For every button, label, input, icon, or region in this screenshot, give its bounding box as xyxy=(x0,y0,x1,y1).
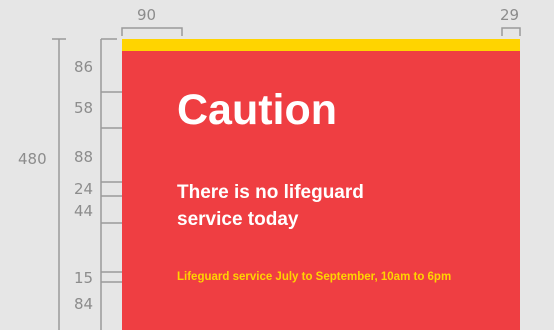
dim-bracket-right-margin xyxy=(501,27,521,36)
dim-label-right-margin: 29 xyxy=(500,6,520,24)
dim-label-spacing-4: 24 xyxy=(74,180,94,198)
dim-label-spacing-6: 15 xyxy=(74,269,94,287)
dim-label-spacing-1: 86 xyxy=(74,58,94,76)
dim-label-left-margin: 90 xyxy=(137,6,157,24)
dim-label-spacing-2: 58 xyxy=(74,99,94,117)
dim-label-total-height: 480 xyxy=(18,150,47,168)
dim-label-spacing-7: 84 xyxy=(74,295,94,313)
dim-label-spacing-3: 88 xyxy=(74,148,94,166)
sign-top-bar xyxy=(122,39,520,51)
dim-label-spacing-5: 44 xyxy=(74,202,94,220)
spec-diagram: 90 29 480 86 58 88 24 44 15 84 Caution T… xyxy=(0,0,554,330)
sign-note: Lifeguard service July to September, 10a… xyxy=(177,271,452,283)
sign-message: There is no lifeguard service today xyxy=(177,179,364,233)
sign-title: Caution xyxy=(177,86,338,134)
dim-bracket-left-margin xyxy=(121,27,183,36)
caution-sign: Caution There is no lifeguard service to… xyxy=(122,39,520,330)
sign-message-line-2: service today xyxy=(177,209,299,230)
sign-message-line-1: There is no lifeguard xyxy=(177,182,364,203)
